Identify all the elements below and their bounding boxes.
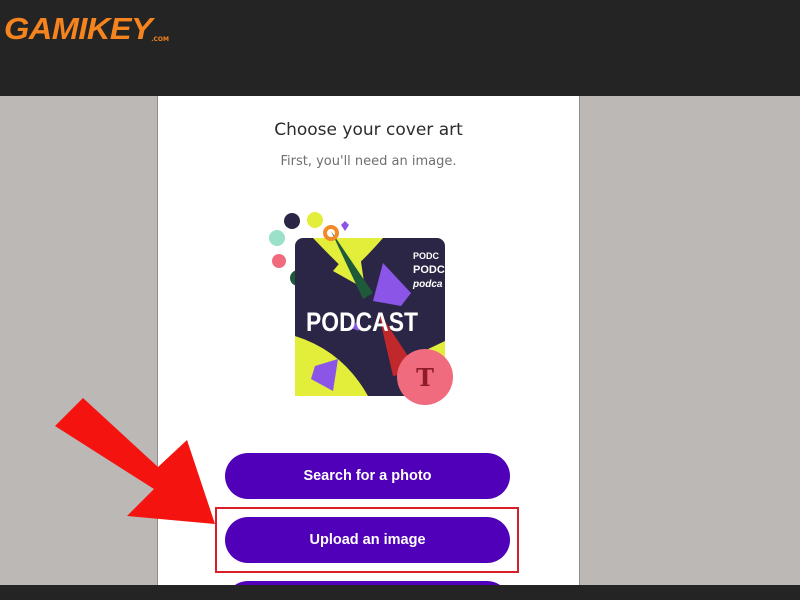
dot-teal	[269, 230, 285, 246]
cover-side-text-1: PODC	[413, 251, 440, 261]
purple-heart	[341, 221, 349, 231]
dot-dark	[284, 213, 300, 229]
dialog-subtitle: First, you'll need an image.	[280, 154, 457, 169]
cover-side-text-2: PODC	[413, 264, 445, 276]
logo-suffix: .COM	[151, 36, 169, 43]
dot-pink	[272, 254, 286, 268]
top-bar: GAMIKEY .COM	[0, 0, 800, 96]
dot-yellow	[307, 212, 323, 228]
badge-letter: T	[416, 363, 434, 392]
podcast-cover-illustration: PODCAST PODC PODC podca T	[269, 212, 453, 405]
cover-main-text: PODCAST	[306, 307, 418, 337]
site-logo: GAMIKEY .COM	[4, 6, 169, 46]
cover-side-text-3: podca	[412, 279, 443, 290]
red-arrow-icon	[55, 398, 215, 524]
search-photo-button[interactable]: Search for a photo	[225, 453, 510, 499]
bottom-bar	[0, 585, 800, 600]
arrow-shape	[55, 398, 215, 524]
orange-ring	[323, 225, 339, 241]
dialog-title: Choose your cover art	[274, 120, 463, 140]
logo-text: GAMIKEY	[4, 11, 153, 46]
upload-highlight-box	[215, 507, 519, 573]
